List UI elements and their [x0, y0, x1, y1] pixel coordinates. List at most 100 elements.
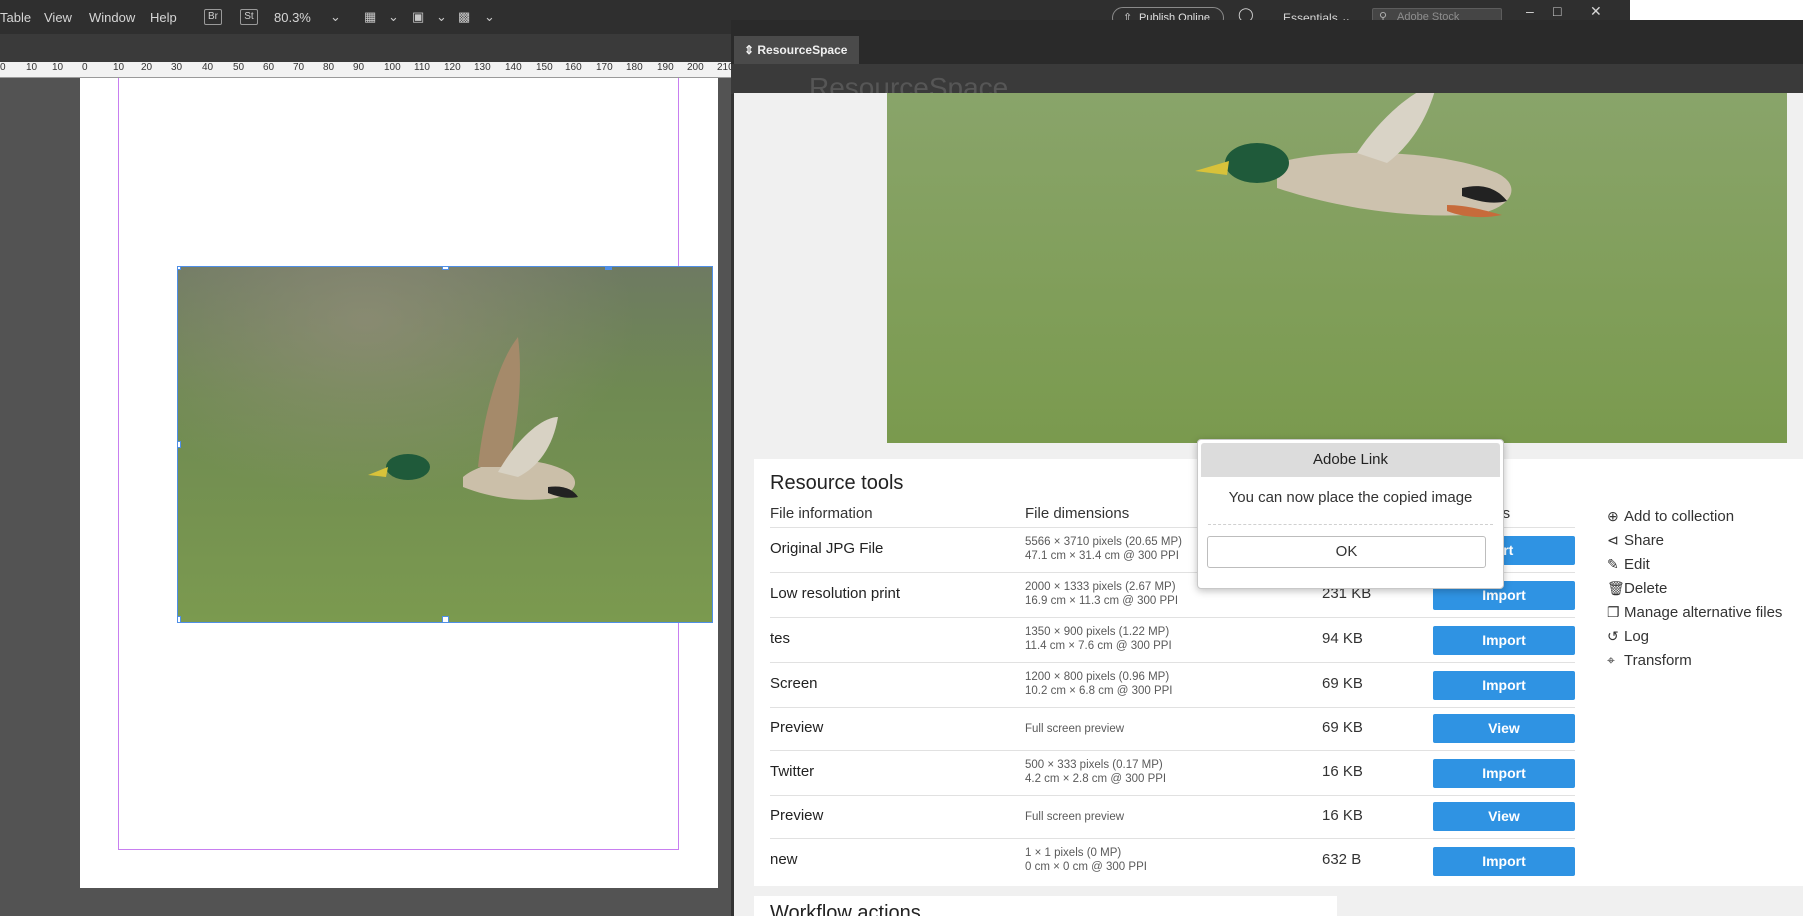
ruler-tick: 140 — [505, 62, 522, 73]
action-log[interactable]: ↺ Log — [1607, 628, 1649, 645]
import-button[interactable]: Import — [1433, 759, 1575, 788]
trash-icon: 🗑 — [1607, 580, 1625, 596]
frame-handle[interactable] — [178, 441, 181, 448]
duck-photo-thumbnail — [178, 267, 712, 622]
ruler-tick: 130 — [474, 62, 491, 73]
row-size: 16 KB — [1322, 763, 1363, 780]
action-share[interactable]: ⊲ Share — [1607, 532, 1664, 549]
ruler-tick: 50 — [233, 62, 245, 73]
row-dimensions: 500 × 333 pixels (0.17 MP) 4.2 cm × 2.8 c… — [1025, 758, 1166, 786]
resource-preview[interactable] — [887, 93, 1787, 443]
row-dim-pixels: 5566 × 3710 pixels (20.65 MP) — [1025, 536, 1182, 548]
arrange-dropdown-icon[interactable]: ⌄ — [484, 9, 495, 25]
import-button[interactable]: Import — [1433, 847, 1575, 876]
share-icon: ⊲ — [1607, 532, 1619, 548]
adobe-link-dialog: Adobe Link You can now place the copied … — [1197, 439, 1504, 589]
action-manage-alternative-files[interactable]: ❐ Manage alternative files — [1607, 604, 1782, 621]
row-dimensions: 1 × 1 pixels (0 MP) 0 cm × 0 cm @ 300 PPI — [1025, 846, 1147, 874]
action-add-to-collection[interactable]: ⊕ Add to collection — [1607, 508, 1734, 525]
view-options-dropdown-icon[interactable]: ⌄ — [388, 9, 399, 25]
row-dimensions: 2000 × 1333 pixels (2.67 MP) 16.9 cm × 11… — [1025, 580, 1178, 608]
ruler-tick: 170 — [596, 62, 613, 73]
zoom-level[interactable]: 80.3% — [274, 10, 311, 25]
row-dim-pixels: 500 × 333 pixels (0.17 MP) — [1025, 759, 1163, 771]
close-icon[interactable]: ✕ — [1590, 3, 1602, 20]
resourcespace-tab[interactable]: ⇕ ResourceSpace — [734, 36, 860, 64]
resourcespace-brand[interactable]: ResourceSpace — [809, 72, 1008, 94]
row-size: 69 KB — [1322, 675, 1363, 692]
row-dim-cm: 11.4 cm × 7.6 cm @ 300 PPI — [1025, 640, 1172, 652]
bridge-button[interactable]: Br — [204, 9, 222, 25]
dialog-message: You can now place the copied image — [1228, 489, 1473, 506]
ruler-tick: 10 — [113, 62, 125, 73]
ruler-tick: 40 — [202, 62, 214, 73]
placed-image-frame[interactable] — [177, 266, 713, 623]
row-dim-pixels: 1200 × 800 pixels (0.96 MP) — [1025, 671, 1170, 683]
maximize-icon[interactable]: □ — [1553, 3, 1561, 19]
action-label: Edit — [1624, 556, 1650, 573]
view-options-icon[interactable]: ▦ — [364, 9, 376, 25]
import-button[interactable]: Import — [1433, 626, 1575, 655]
desktop-gap — [1630, 0, 1803, 20]
col-file-dimensions: File dimensions — [1025, 505, 1130, 522]
zoom-dropdown-icon[interactable]: ⌄ — [330, 9, 341, 25]
view-button[interactable]: View — [1433, 802, 1575, 831]
menu-help[interactable]: Help — [150, 10, 177, 25]
row-dim-cm: 0 cm × 0 cm @ 300 PPI — [1025, 861, 1147, 873]
menu-window[interactable]: Window — [89, 10, 135, 25]
ruler-tick: 110 — [414, 62, 430, 73]
row-dim-pixels: Full screen preview — [1025, 723, 1125, 735]
horizontal-ruler[interactable]: 0 10 10 0 10 20 30 40 50 60 70 80 90 100… — [0, 62, 734, 78]
view-button[interactable]: View — [1433, 714, 1575, 743]
ruler-tick: 30 — [171, 62, 183, 73]
row-dimensions: 1200 × 800 pixels (0.96 MP) 10.2 cm × 6.8… — [1025, 670, 1173, 698]
dialog-divider — [1208, 524, 1493, 525]
history-icon: ↺ — [1607, 628, 1619, 644]
ruler-tick: 10 — [52, 62, 64, 73]
workflow-actions-title: Workflow actions — [770, 902, 921, 916]
row-dim-pixels: Full screen preview — [1025, 811, 1125, 823]
frame-handle[interactable] — [178, 267, 181, 270]
ok-button[interactable]: OK — [1207, 536, 1486, 568]
screen-mode-dropdown-icon[interactable]: ⌄ — [436, 9, 447, 25]
row-size: 16 KB — [1322, 807, 1363, 824]
ruler-tick: 20 — [141, 62, 153, 73]
action-label: Transform — [1624, 652, 1692, 669]
files-icon: ❐ — [1607, 604, 1620, 620]
import-button[interactable]: Import — [1433, 671, 1575, 700]
frame-handle[interactable] — [442, 267, 449, 270]
row-name: Original JPG File — [770, 540, 884, 557]
resourcespace-header: ResourceSpace — [731, 64, 1803, 94]
collapse-icon[interactable]: ⇕ — [744, 43, 757, 57]
arrange-documents-icon[interactable]: ▩ — [458, 9, 470, 25]
row-dim-pixels: 2000 × 1333 pixels (2.67 MP) — [1025, 581, 1176, 593]
frame-handle[interactable] — [605, 267, 612, 270]
frame-handle[interactable] — [442, 616, 449, 622]
row-name: Low resolution print — [770, 585, 901, 602]
ruler-tick: 90 — [353, 62, 365, 73]
action-transform[interactable]: ⌖ Transform — [1607, 652, 1692, 669]
row-name: Preview — [770, 807, 824, 824]
action-edit[interactable]: ✎ Edit — [1607, 556, 1650, 573]
plus-circle-icon: ⊕ — [1607, 508, 1619, 524]
col-file-information: File information — [770, 505, 873, 522]
row-name: tes — [770, 630, 791, 647]
action-delete[interactable]: 🗑Delete — [1607, 580, 1667, 597]
stock-button[interactable]: St — [240, 9, 258, 25]
table-row: Preview Full screen preview 69 KB View — [770, 707, 1575, 750]
menu-view[interactable]: View — [44, 10, 72, 25]
ruler-tick: 0 — [82, 62, 88, 73]
minimize-icon[interactable]: – — [1526, 3, 1534, 19]
dialog-title: Adobe Link — [1201, 443, 1500, 477]
panel-tabbar: ⇕ ResourceSpace — [731, 20, 1803, 64]
ruler-tick: 150 — [536, 62, 553, 73]
menu-table[interactable]: Table — [0, 10, 31, 25]
ruler-tick: 10 — [26, 62, 38, 73]
action-label: Log — [1624, 628, 1650, 645]
table-row: Twitter 500 × 333 pixels (0.17 MP) 4.2 cm… — [770, 750, 1575, 795]
table-row: tes 1350 × 900 pixels (1.22 MP) 11.4 cm ×… — [770, 617, 1575, 662]
frame-handle[interactable] — [178, 616, 181, 622]
ruler-tick: 160 — [565, 62, 582, 73]
row-dim-cm: 10.2 cm × 6.8 cm @ 300 PPI — [1025, 685, 1173, 697]
screen-mode-icon[interactable]: ▣ — [412, 9, 424, 25]
